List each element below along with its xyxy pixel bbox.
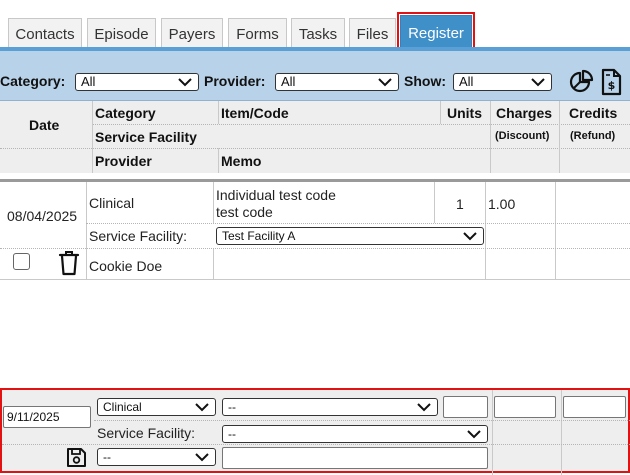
- new-entry-item-select[interactable]: --: [222, 398, 438, 416]
- divider: [218, 101, 219, 124]
- category-filter-label: Category:: [0, 73, 66, 89]
- new-entry-item-value: --: [228, 400, 236, 414]
- column-header-charges: Charges: [496, 105, 553, 121]
- divider: [490, 101, 491, 173]
- record-select-checkbox[interactable]: [13, 253, 30, 270]
- category-filter-select[interactable]: All: [75, 73, 199, 91]
- invoice-dollar-icon[interactable]: $: [599, 68, 623, 96]
- tab-forms[interactable]: Forms: [228, 18, 287, 50]
- new-entry-date-input[interactable]: 9/11/2025: [3, 406, 91, 428]
- new-entry-category-select[interactable]: Clinical: [97, 398, 216, 416]
- divider: [92, 124, 630, 125]
- record-category: Clinical: [89, 195, 135, 211]
- show-filter-label: Show:: [404, 73, 446, 89]
- record-provider: Cookie Doe: [89, 258, 163, 274]
- new-entry-service-facility-value: --: [228, 427, 236, 441]
- divider: [94, 420, 630, 421]
- new-entry-service-facility-select[interactable]: --: [222, 425, 488, 443]
- filter-bar: Category: All Provider: All Show: All $: [0, 47, 630, 101]
- divider: [213, 248, 214, 279]
- tab-register[interactable]: Register: [397, 12, 475, 53]
- chevron-down-icon: [467, 430, 481, 439]
- chevron-down-icon: [531, 78, 545, 87]
- column-header-date: Date: [29, 117, 60, 133]
- column-header-units: Units: [447, 105, 482, 121]
- divider: [92, 101, 93, 173]
- divider: [86, 182, 87, 279]
- new-entry-units-input[interactable]: [443, 396, 488, 418]
- divider: [555, 182, 556, 279]
- chevron-down-icon: [463, 232, 477, 241]
- divider: [2, 444, 630, 445]
- divider: [86, 223, 630, 224]
- record-item-name: Individual test code: [216, 187, 336, 203]
- column-header-service-facility: Service Facility: [95, 129, 197, 145]
- record-date: 08/04/2025: [7, 208, 78, 224]
- chevron-down-icon: [378, 78, 392, 87]
- provider-filter-label: Provider:: [204, 73, 266, 89]
- pie-chart-icon[interactable]: [568, 69, 594, 95]
- record-item-code: test code: [216, 204, 273, 220]
- column-header-refund: (Refund): [570, 130, 616, 142]
- divider: [213, 182, 214, 223]
- chevron-down-icon: [178, 78, 192, 87]
- record-service-facility-label: Service Facility:: [89, 228, 188, 244]
- chevron-down-icon: [195, 403, 209, 412]
- provider-filter-select[interactable]: All: [275, 73, 399, 91]
- divider: [485, 182, 486, 279]
- new-entry-row: 9/11/2025 Clinical -- Service Facility: …: [0, 388, 630, 475]
- record-separator: [0, 179, 630, 182]
- column-header-item-code: Item/Code: [221, 105, 289, 121]
- divider: [218, 148, 219, 173]
- new-entry-credits-input[interactable]: [563, 396, 626, 418]
- divider: [434, 182, 435, 223]
- divider: [559, 101, 560, 173]
- column-header-discount: (Discount): [495, 130, 550, 142]
- column-header-credits: Credits: [569, 105, 618, 121]
- new-entry-service-facility-label: Service Facility:: [97, 425, 196, 441]
- new-entry-charges-input[interactable]: [494, 396, 556, 418]
- show-filter-value: All: [459, 74, 474, 89]
- divider: [561, 390, 562, 475]
- divider: [440, 101, 441, 124]
- record-service-facility-value: Test Facility A: [222, 229, 296, 243]
- tab-payers[interactable]: Payers: [161, 18, 223, 50]
- svg-text:$: $: [608, 79, 616, 92]
- record-charges: 1.00: [488, 196, 516, 212]
- save-icon[interactable]: [66, 447, 87, 468]
- chevron-down-icon: [195, 453, 209, 462]
- tab-bar: Contacts Episode Payers Forms Tasks File…: [0, 0, 630, 53]
- tab-tasks[interactable]: Tasks: [291, 18, 345, 50]
- record-units: 1: [456, 196, 464, 212]
- divider: [0, 279, 630, 280]
- new-entry-provider-select[interactable]: --: [97, 448, 216, 466]
- tab-contacts[interactable]: Contacts: [8, 18, 82, 50]
- new-entry-category-value: Clinical: [103, 400, 142, 414]
- new-entry-provider-value: --: [103, 450, 111, 464]
- column-header-provider: Provider: [95, 153, 152, 169]
- tab-episode[interactable]: Episode: [87, 18, 156, 50]
- record-service-facility-select[interactable]: Test Facility A: [216, 227, 484, 245]
- divider: [0, 148, 630, 149]
- show-filter-select[interactable]: All: [453, 73, 552, 91]
- chevron-down-icon: [417, 403, 431, 412]
- trash-icon[interactable]: [58, 250, 80, 276]
- category-filter-value: All: [81, 74, 96, 89]
- tab-files[interactable]: Files: [349, 18, 396, 50]
- column-header-category: Category: [95, 105, 156, 121]
- divider: [492, 390, 493, 475]
- register-grid-header: Date Category Item/Code Units Charges Cr…: [0, 101, 630, 173]
- provider-filter-value: All: [281, 74, 296, 89]
- divider: [0, 248, 630, 249]
- column-header-memo: Memo: [221, 153, 262, 169]
- new-entry-memo-input[interactable]: [222, 447, 488, 469]
